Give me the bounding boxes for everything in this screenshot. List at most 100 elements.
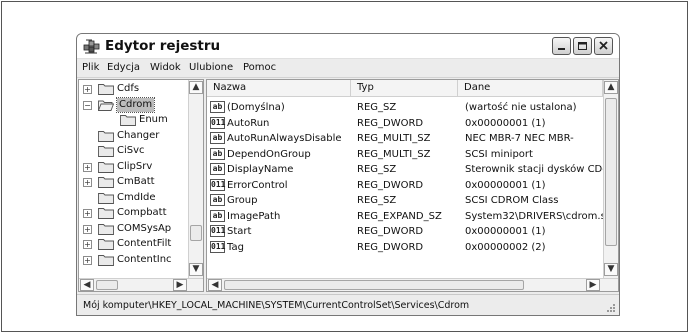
expand-icon[interactable]: +: [83, 240, 92, 249]
cell-data: SCSI miniport: [465, 148, 533, 160]
folder-icon: [98, 254, 114, 266]
scroll-left-arrow-icon[interactable]: ◀: [80, 279, 94, 291]
menu-ulubione[interactable]: Ulubione: [189, 62, 233, 73]
tree-vertical-scrollbar[interactable]: ▲ ▼: [188, 80, 203, 278]
tree-item[interactable]: + ContentFilt: [79, 237, 203, 251]
tree-item[interactable]: CiSvc: [79, 144, 203, 158]
status-path: Mój komputer\HKEY_LOCAL_MACHINE\SYSTEM\C…: [83, 300, 470, 311]
expand-icon[interactable]: +: [83, 178, 92, 187]
tree-item-label[interactable]: Cdrom: [115, 96, 156, 113]
cell-type: REG_MULTI_SZ: [357, 148, 431, 160]
menu-bar: Plik Edycja Widok Ulubione Pomoc: [77, 60, 619, 78]
expand-icon[interactable]: +: [83, 209, 92, 218]
tree-item[interactable]: + ContentInc: [79, 253, 203, 267]
folder-icon: [120, 115, 136, 126]
list-horizontal-scrollbar[interactable]: ◀ ▶: [207, 278, 618, 291]
tree-item[interactable]: − Cdrom: [79, 96, 203, 113]
column-header-typ[interactable]: Typ: [351, 80, 458, 97]
tree-item[interactable]: + ClipSrv: [79, 160, 203, 174]
cell-name: AutoRunAlwaysDisable: [227, 133, 342, 144]
expand-icon[interactable]: +: [83, 224, 92, 234]
tree-item-label[interactable]: CiSvc: [117, 144, 145, 158]
scroll-down-arrow-icon[interactable]: ▼: [604, 263, 618, 276]
menu-pomoc[interactable]: Pomoc: [243, 62, 276, 73]
tree-item[interactable]: CmdIde: [79, 191, 203, 205]
cell-data: System32\DRIVERS\cdrom.s: [465, 210, 603, 222]
expand-icon[interactable]: +: [83, 162, 92, 172]
column-header-dane[interactable]: Dane: [458, 80, 603, 97]
value-row[interactable]: ab Group REG_SZ SCSI CDROM Class: [207, 193, 603, 208]
tree-item-label[interactable]: ClipSrv: [117, 160, 152, 174]
cell-name: Tag: [227, 241, 244, 253]
value-row[interactable]: 011 ErrorControl REG_DWORD 0x00000001 (1): [207, 178, 603, 193]
open-folder-icon: [98, 100, 114, 111]
minimize-icon: [558, 48, 565, 50]
minimize-button[interactable]: [552, 37, 571, 55]
tree-item-label[interactable]: COMSysAp: [117, 222, 171, 236]
scroll-right-arrow-icon[interactable]: ▶: [586, 279, 600, 291]
column-header-nazwa[interactable]: Nazwa: [207, 80, 351, 97]
maximize-icon: [578, 42, 587, 50]
tree-item[interactable]: + COMSysAp: [79, 222, 203, 236]
tree-item[interactable]: Enum: [79, 113, 203, 127]
scroll-left-arrow-icon[interactable]: ◀: [208, 279, 222, 291]
scroll-up-arrow-icon[interactable]: ▲: [189, 81, 203, 94]
value-row[interactable]: 011 Tag REG_DWORD 0x00000002 (2): [207, 240, 603, 255]
maximize-button[interactable]: [573, 37, 592, 55]
tree-item[interactable]: + Compbatt: [79, 206, 203, 220]
list-hscroll-thumb[interactable]: [224, 280, 524, 290]
cell-type: REG_DWORD: [357, 117, 424, 129]
tree-item-label[interactable]: ContentFilt: [117, 237, 171, 251]
cell-name: (Domyślna): [227, 102, 285, 113]
folder-icon: [98, 130, 114, 142]
tree-vscroll-thumb[interactable]: [190, 225, 202, 241]
scroll-down-arrow-icon[interactable]: ▼: [189, 263, 203, 276]
tree-item-label[interactable]: ContentInc: [117, 253, 172, 267]
value-row[interactable]: ab AutoRunAlwaysDisable REG_MULTI_SZ NEC MB…: [207, 131, 603, 146]
tree-item[interactable]: Changer: [79, 129, 203, 143]
tree-item-label[interactable]: CmBatt: [117, 175, 155, 189]
cell-data: 0x00000001 (1): [465, 179, 546, 191]
value-row[interactable]: 011 Start REG_DWORD 0x00000001 (1): [207, 224, 603, 239]
menu-plik[interactable]: Plik: [82, 62, 99, 73]
string-value-icon: ab: [210, 163, 225, 175]
menu-widok[interactable]: Widok: [150, 62, 181, 73]
tree-item-label[interactable]: Changer: [117, 129, 159, 143]
scroll-up-arrow-icon[interactable]: ▲: [604, 81, 618, 94]
value-row[interactable]: ab DependOnGroup REG_MULTI_SZ SCSI miniport: [207, 147, 603, 162]
tree-item-label[interactable]: Cdfs: [117, 82, 139, 96]
tree-horizontal-scrollbar[interactable]: ◀ ▶: [79, 278, 203, 291]
string-value-icon: ab: [210, 194, 225, 206]
cell-data: NEC MBR-7 NEC MBR-: [465, 133, 574, 144]
close-icon: [599, 41, 608, 50]
menu-edycja[interactable]: Edycja: [107, 62, 140, 73]
folder-icon: [98, 84, 114, 95]
cell-name: ImagePath: [227, 210, 281, 222]
value-row[interactable]: ab (Domyślna) REG_SZ (wartość nie ustalona): [207, 100, 603, 115]
tree-item-label[interactable]: Compbatt: [117, 206, 167, 220]
value-row[interactable]: 011 AutoRun REG_DWORD 0x00000001 (1): [207, 116, 603, 131]
list-vscroll-thumb[interactable]: [605, 98, 617, 246]
key-tree-pane[interactable]: + Cdfs − Cdrom Enum Changer CiSvc + ClipSrv + CmBa…: [78, 79, 204, 292]
tree-item-label[interactable]: CmdIde: [117, 191, 156, 205]
string-value-icon: ab: [210, 209, 225, 222]
value-row[interactable]: ab ImagePath REG_EXPAND_SZ System32\DRIVERS…: [207, 209, 603, 224]
binary-value-icon: 011: [210, 225, 226, 237]
value-row[interactable]: ab DisplayName REG_SZ Sterownik stacji dysk…: [207, 162, 603, 177]
scroll-right-arrow-icon[interactable]: ▶: [173, 279, 187, 291]
expand-icon[interactable]: +: [83, 85, 92, 94]
list-vertical-scrollbar[interactable]: ▲ ▼: [603, 80, 618, 278]
close-button[interactable]: [594, 37, 613, 55]
collapse-icon[interactable]: −: [83, 100, 92, 110]
tree-item[interactable]: + CmBatt: [79, 175, 203, 189]
cell-name: DisplayName: [227, 164, 294, 175]
tree-hscroll-thumb[interactable]: [96, 280, 118, 290]
tree-item-label[interactable]: Enum: [139, 113, 168, 127]
resize-grip-icon[interactable]: [605, 302, 616, 313]
tree-item[interactable]: + Cdfs: [79, 82, 203, 96]
window-title: Edytor rejestru: [105, 38, 221, 54]
value-list-pane[interactable]: Nazwa Typ Dane ab (Domyślna) REG_SZ (wartoś…: [206, 79, 619, 292]
title-bar[interactable]: Edytor rejestru: [77, 34, 619, 59]
expand-icon[interactable]: +: [83, 255, 92, 265]
cell-type: REG_DWORD: [357, 226, 424, 237]
